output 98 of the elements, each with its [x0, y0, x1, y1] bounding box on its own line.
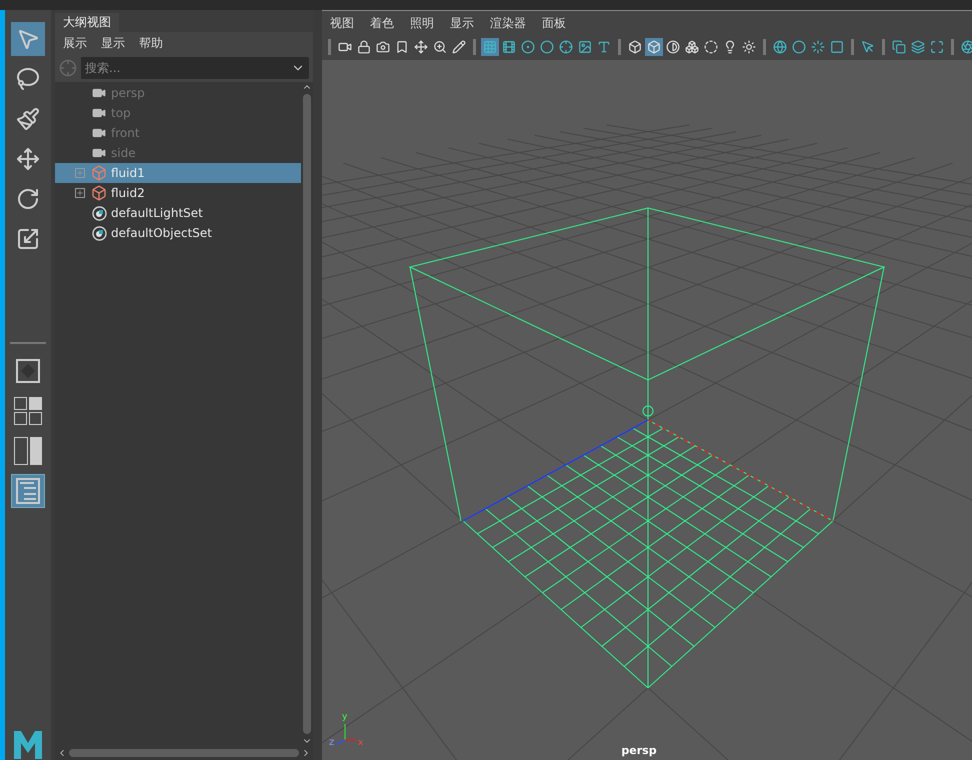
- set-icon: [92, 226, 106, 240]
- move-arrows-icon: [414, 40, 428, 54]
- circle-icon: [540, 40, 554, 54]
- x-axis-label: x: [358, 738, 364, 748]
- film-button[interactable]: [500, 38, 518, 56]
- pencil-button[interactable]: [450, 38, 468, 56]
- padlock-button[interactable]: [355, 38, 373, 56]
- aperture-icon: [961, 40, 972, 54]
- item-name: fluid1: [111, 165, 145, 182]
- item-name: side: [111, 145, 136, 162]
- video-camera-icon: [338, 40, 352, 54]
- lasso-icon: [16, 67, 40, 91]
- stacked-squares-icon: [911, 40, 925, 54]
- item-name: top: [111, 105, 131, 122]
- dot-circle-button[interactable]: [519, 38, 537, 56]
- two-pane-icon: [14, 437, 42, 465]
- menu-item[interactable]: 视图: [330, 14, 354, 32]
- sphere-button[interactable]: [771, 38, 789, 56]
- fluid-box-icon: [91, 165, 107, 181]
- z-axis-label: z: [329, 737, 334, 748]
- aperture-button[interactable]: [959, 38, 972, 56]
- paint-select-icon: [16, 107, 40, 131]
- stacked-squares-button[interactable]: [909, 38, 927, 56]
- sun-button[interactable]: [740, 38, 758, 56]
- cubes-icon: [685, 40, 699, 54]
- layout-button[interactable]: [11, 394, 45, 428]
- bookmark-icon: [395, 40, 409, 54]
- grid-icon: [483, 40, 497, 54]
- pencil-icon: [452, 40, 466, 54]
- item-name: defaultObjectSet: [111, 225, 212, 242]
- scale-icon: [16, 227, 40, 251]
- camera-icon: [92, 126, 106, 140]
- outliner-tab[interactable]: 大纲视图: [55, 13, 119, 32]
- viewport-scene[interactable]: y z x persp: [322, 60, 972, 760]
- axis-gizmo-drawing: [336, 724, 356, 745]
- select-icon: [16, 27, 40, 51]
- outliner-row[interactable]: defaultObjectSet: [55, 223, 301, 243]
- overlap-squares-icon: [892, 40, 906, 54]
- menu-item[interactable]: 照明: [410, 14, 434, 32]
- dot-circle-icon: [521, 40, 535, 54]
- menu-item[interactable]: 展示: [63, 34, 87, 52]
- menu-item[interactable]: 着色: [370, 14, 394, 32]
- four-pane-icon: [14, 397, 42, 425]
- set-icon: [92, 206, 106, 220]
- contrast-button[interactable]: [664, 38, 682, 56]
- move-icon: [16, 147, 40, 171]
- circle-button[interactable]: [538, 38, 556, 56]
- single-pane-icon: [16, 359, 40, 383]
- crosshair-button[interactable]: [557, 38, 575, 56]
- item-name: persp: [111, 85, 145, 102]
- outliner-row[interactable]: defaultLightSet: [55, 203, 301, 223]
- item-name: front: [111, 125, 140, 142]
- pointer-icon: [861, 40, 875, 54]
- contrast-icon: [666, 40, 680, 54]
- lightbulb-icon: [723, 40, 737, 54]
- square-icon: [830, 40, 844, 54]
- frame-button[interactable]: [928, 38, 946, 56]
- camera-icon: [92, 146, 106, 160]
- menu-item[interactable]: 面板: [542, 14, 566, 32]
- camera-icon: [376, 40, 390, 54]
- menu-item[interactable]: 帮助: [139, 34, 163, 52]
- logo-icon: [12, 729, 44, 759]
- layout-button[interactable]: [11, 434, 45, 468]
- zoom-button[interactable]: [431, 38, 449, 56]
- item-name: fluid2: [111, 185, 145, 202]
- outliner-row[interactable]: fluid2: [55, 183, 301, 203]
- wire-cube-icon: [628, 40, 642, 54]
- move-arrows-button[interactable]: [412, 38, 430, 56]
- fluid-box-icon: [91, 185, 107, 201]
- shaded-cube-icon: [647, 40, 661, 54]
- frame-icon: [930, 40, 944, 54]
- cubes-button[interactable]: [683, 38, 701, 56]
- square-button[interactable]: [828, 38, 846, 56]
- letter-t-icon: [597, 40, 611, 54]
- crosshair-icon: [559, 40, 573, 54]
- image-icon: [578, 40, 592, 54]
- dashed-circle-button[interactable]: [702, 38, 720, 56]
- vertical-scrollbar[interactable]: [301, 82, 313, 746]
- image-button[interactable]: [576, 38, 594, 56]
- dashed-circle-icon: [704, 40, 718, 54]
- camera-name-label: persp: [621, 744, 657, 757]
- rotate-icon: [16, 187, 40, 211]
- camera-icon: [92, 86, 106, 100]
- menu-item[interactable]: 显示: [101, 34, 125, 52]
- sun-icon: [742, 40, 756, 54]
- item-name: defaultLightSet: [111, 205, 203, 222]
- film-icon: [502, 40, 516, 54]
- zoom-icon: [433, 40, 447, 54]
- y-axis-label: y: [342, 712, 348, 722]
- sphere-icon: [773, 40, 787, 54]
- expand-icon[interactable]: [75, 188, 85, 198]
- wire-cube-button[interactable]: [626, 38, 644, 56]
- menu-item[interactable]: 显示: [450, 14, 474, 32]
- camera-icon: [92, 106, 106, 120]
- menu-item[interactable]: 渲染器: [490, 14, 526, 32]
- overlap-squares-button[interactable]: [890, 38, 908, 56]
- outliner-layout-icon: [16, 478, 40, 504]
- padlock-icon: [357, 40, 371, 54]
